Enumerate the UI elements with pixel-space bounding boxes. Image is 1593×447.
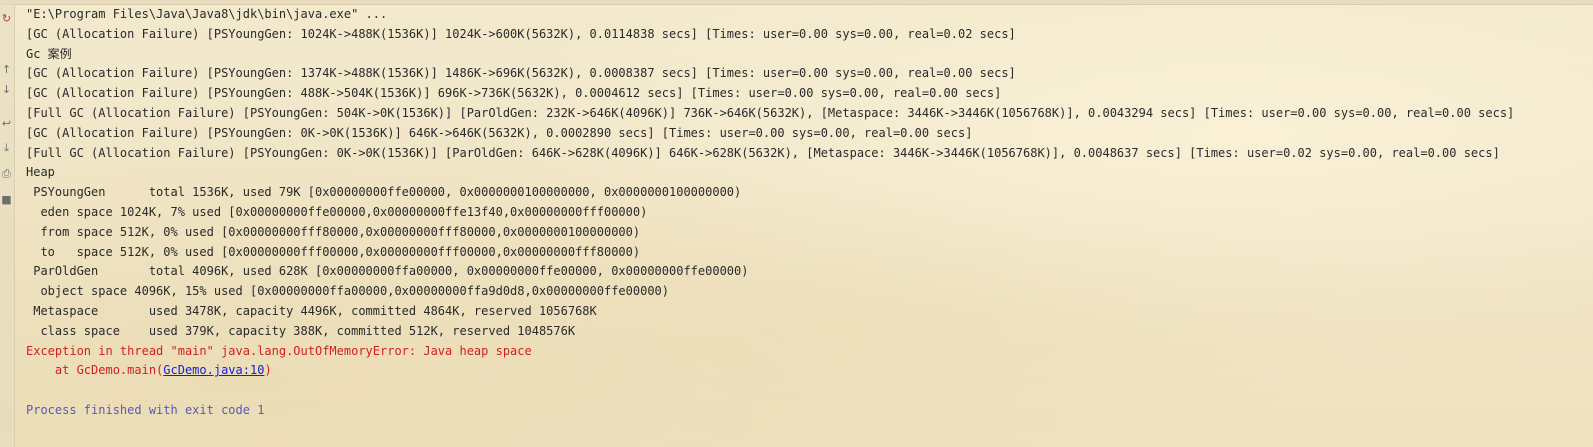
heap-detail-line: object space 4096K, 15% used [0x00000000… [26,284,669,299]
rerun-icon[interactable]: ↻ [1,12,12,26]
program-output-line: Gc 案例 [26,46,72,61]
arrow-up-icon[interactable]: ↑ [1,63,12,77]
command-line: "E:\Program Files\Java\Java8\jdk\bin\jav… [26,7,388,21]
source-link[interactable]: GcDemo.java:10 [163,363,264,377]
full-gc-log-line: [Full GC (Allocation Failure) [PSYoungGe… [26,145,1500,160]
trash-icon[interactable]: ■ [1,193,12,207]
heap-detail-line: to space 512K, 0% used [0x00000000fff000… [26,244,641,259]
process-exit-line: Process finished with exit code 1 [26,402,265,417]
gc-log-line: [GC (Allocation Failure) [PSYoungGen: 13… [26,66,1016,81]
heap-detail-line: eden space 1024K, 7% used [0x00000000ffe… [26,204,648,219]
arrow-down-icon[interactable]: ↓ [1,83,12,97]
heap-detail-line: class space used 379K, capacity 388K, co… [26,323,576,338]
stack-trace-suffix: ) [264,363,272,378]
gc-log-line: [GC (Allocation Failure) [PSYoungGen: 48… [26,86,1002,101]
heap-detail-line: ParOldGen total 4096K, used 628K [0x0000… [26,264,749,279]
gc-log-line: [GC (Allocation Failure) [PSYoungGen: 0K… [26,125,973,140]
soft-wrap-icon[interactable]: ↩ [1,117,12,131]
scroll-to-end-icon[interactable]: ⤓ [1,141,12,155]
gc-log-line: [GC (Allocation Failure) [PSYoungGen: 10… [26,26,1016,41]
full-gc-log-line: [Full GC (Allocation Failure) [PSYoungGe… [26,105,1515,120]
heap-detail-line: PSYoungGen total 1536K, used 79K [0x0000… [26,185,742,200]
stack-trace-line: at GcDemo.main(GcDemo.java:10) [26,361,1581,381]
stack-trace-prefix: at GcDemo.main( [26,363,164,378]
heap-header-line: Heap [26,165,55,180]
exception-line: Exception in thread "main" java.lang.Out… [26,343,532,358]
console-output: "E:\Program Files\Java\Java8\jdk\bin\jav… [26,5,1581,421]
console-toolbar: ↻ ↑ ↓ ↩ ⤓ ⎙ ■ [0,4,15,447]
heap-detail-line: Metaspace used 3478K, capacity 4496K, co… [26,303,597,318]
heap-detail-line: from space 512K, 0% used [0x00000000fff8… [26,224,641,239]
print-icon[interactable]: ⎙ [1,167,12,181]
